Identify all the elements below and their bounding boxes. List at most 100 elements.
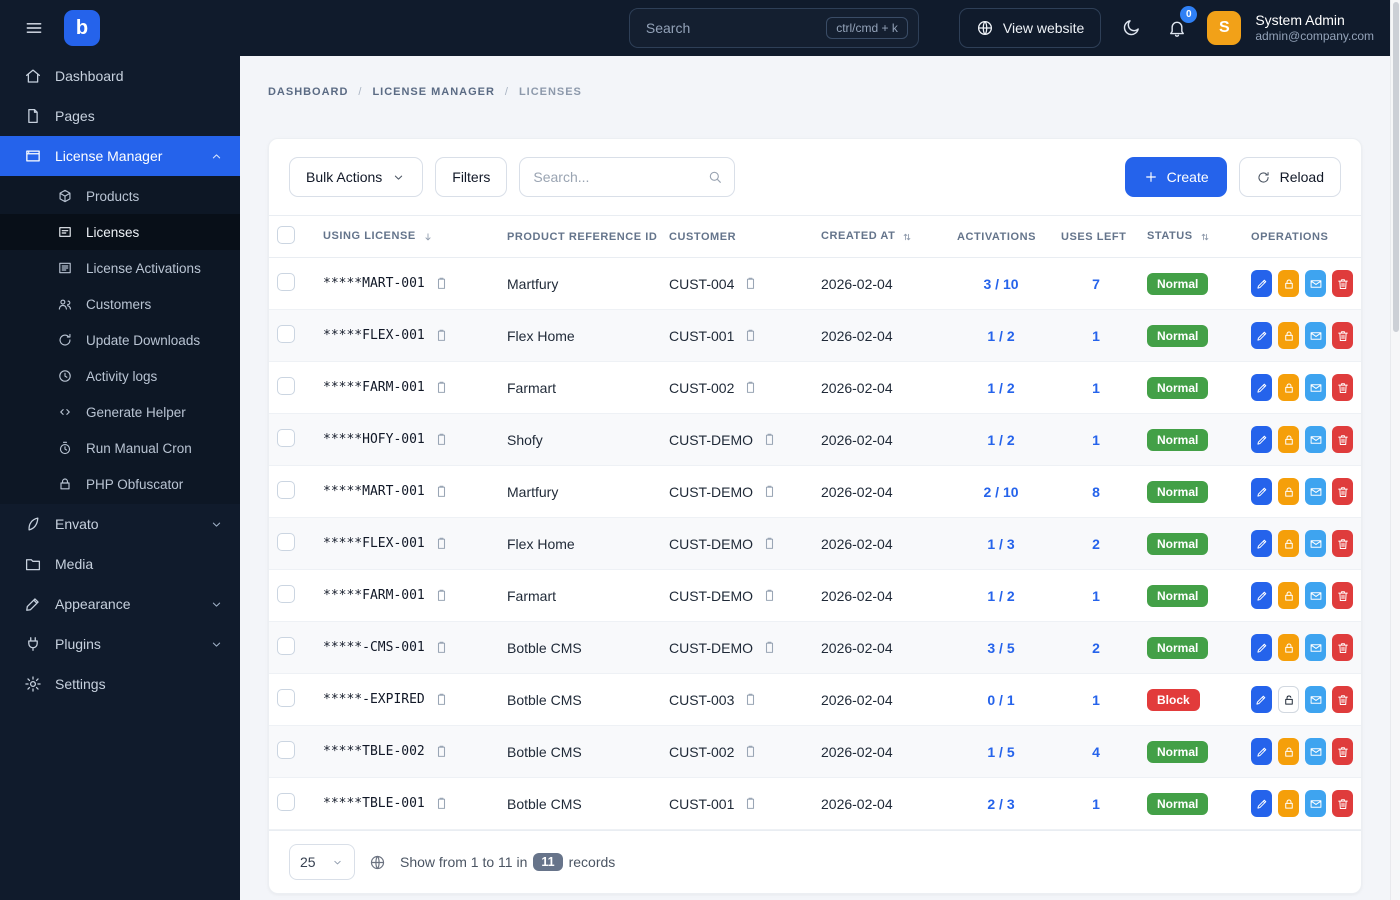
- mail-button[interactable]: [1305, 374, 1326, 401]
- row-checkbox[interactable]: [277, 585, 295, 603]
- delete-button[interactable]: [1332, 478, 1353, 505]
- mail-button[interactable]: [1305, 478, 1326, 505]
- lock-button[interactable]: [1278, 790, 1299, 817]
- global-search[interactable]: ctrl/cmd + k: [628, 8, 919, 48]
- sidebar-item-php-obfuscator[interactable]: PHP Obfuscator: [0, 466, 240, 502]
- delete-button[interactable]: [1332, 322, 1353, 349]
- row-checkbox[interactable]: [277, 273, 295, 291]
- delete-button[interactable]: [1332, 634, 1353, 661]
- row-checkbox[interactable]: [277, 377, 295, 395]
- sidebar-item-products[interactable]: Products: [0, 178, 240, 214]
- page-size-select[interactable]: 25: [289, 844, 355, 880]
- edit-button[interactable]: [1251, 582, 1272, 609]
- sidebar-item-activity-logs[interactable]: Activity logs: [0, 358, 240, 394]
- edit-button[interactable]: [1251, 530, 1272, 557]
- mail-button[interactable]: [1305, 790, 1326, 817]
- copy-icon[interactable]: [743, 744, 758, 759]
- column-header[interactable]: CREATED AT: [821, 230, 895, 242]
- activations-value[interactable]: 1 / 2: [987, 328, 1014, 344]
- row-checkbox[interactable]: [277, 793, 295, 811]
- lock-button[interactable]: [1278, 738, 1299, 765]
- uses-left-value[interactable]: 1: [1092, 692, 1100, 708]
- unlock-button[interactable]: [1277, 686, 1300, 713]
- delete-button[interactable]: [1332, 686, 1354, 713]
- lock-button[interactable]: [1278, 530, 1299, 557]
- table-search-input[interactable]: [519, 157, 736, 197]
- row-checkbox[interactable]: [277, 637, 295, 655]
- copy-icon[interactable]: [434, 328, 449, 343]
- edit-button[interactable]: [1251, 634, 1272, 661]
- column-header[interactable]: STATUS: [1147, 230, 1193, 242]
- lock-button[interactable]: [1278, 582, 1299, 609]
- mail-button[interactable]: [1305, 738, 1326, 765]
- edit-button[interactable]: [1251, 790, 1272, 817]
- lock-button[interactable]: [1278, 374, 1299, 401]
- sidebar-item-dashboard[interactable]: Dashboard: [0, 56, 240, 96]
- sidebar-item-envato[interactable]: Envato: [0, 504, 240, 544]
- copy-icon[interactable]: [743, 796, 758, 811]
- delete-button[interactable]: [1332, 426, 1353, 453]
- copy-icon[interactable]: [434, 744, 449, 759]
- uses-left-value[interactable]: 2: [1092, 536, 1100, 552]
- copy-icon[interactable]: [434, 640, 449, 655]
- edit-button[interactable]: [1251, 270, 1272, 297]
- sidebar-item-appearance[interactable]: Appearance: [0, 584, 240, 624]
- uses-left-value[interactable]: 1: [1092, 380, 1100, 396]
- row-checkbox[interactable]: [277, 689, 295, 707]
- mail-button[interactable]: [1305, 530, 1326, 557]
- uses-left-value[interactable]: 4: [1092, 744, 1100, 760]
- view-website-button[interactable]: View website: [958, 8, 1102, 48]
- row-checkbox[interactable]: [277, 481, 295, 499]
- activations-value[interactable]: 1 / 2: [987, 432, 1014, 448]
- scrollbar-thumb[interactable]: [1392, 2, 1399, 332]
- mail-button[interactable]: [1305, 582, 1326, 609]
- sidebar-item-customers[interactable]: Customers: [0, 286, 240, 322]
- copy-icon[interactable]: [434, 536, 449, 551]
- column-header[interactable]: USING LICENSE: [323, 230, 416, 242]
- activations-value[interactable]: 2 / 3: [987, 796, 1014, 812]
- edit-button[interactable]: [1251, 322, 1272, 349]
- sort-both-icon[interactable]: [1199, 231, 1211, 243]
- sidebar-item-run-manual-cron[interactable]: Run Manual Cron: [0, 430, 240, 466]
- copy-icon[interactable]: [743, 692, 758, 707]
- lock-button[interactable]: [1278, 478, 1299, 505]
- row-checkbox[interactable]: [277, 741, 295, 759]
- sort-both-icon[interactable]: [901, 231, 913, 243]
- user-menu[interactable]: System Admin admin@company.com: [1255, 11, 1374, 45]
- activations-value[interactable]: 1 / 5: [987, 744, 1014, 760]
- uses-left-value[interactable]: 8: [1092, 484, 1100, 500]
- copy-icon[interactable]: [743, 380, 758, 395]
- delete-button[interactable]: [1332, 790, 1353, 817]
- sidebar-item-generate-helper[interactable]: Generate Helper: [0, 394, 240, 430]
- lock-button[interactable]: [1278, 270, 1299, 297]
- activations-value[interactable]: 3 / 5: [987, 640, 1014, 656]
- delete-button[interactable]: [1332, 530, 1353, 557]
- breadcrumb-license-manager[interactable]: LICENSE MANAGER: [372, 86, 494, 98]
- activations-value[interactable]: 1 / 3: [987, 536, 1014, 552]
- breadcrumb-dashboard[interactable]: DASHBOARD: [268, 86, 348, 98]
- lock-button[interactable]: [1278, 426, 1299, 453]
- sidebar-item-licenses[interactable]: Licenses: [0, 214, 240, 250]
- mail-button[interactable]: [1305, 322, 1326, 349]
- copy-icon[interactable]: [743, 276, 758, 291]
- copy-icon[interactable]: [434, 276, 449, 291]
- row-checkbox[interactable]: [277, 325, 295, 343]
- sidebar-item-license-activations[interactable]: License Activations: [0, 250, 240, 286]
- activations-value[interactable]: 0 / 1: [987, 692, 1014, 708]
- activations-value[interactable]: 1 / 2: [987, 380, 1014, 396]
- copy-icon[interactable]: [762, 640, 777, 655]
- copy-icon[interactable]: [434, 432, 449, 447]
- delete-button[interactable]: [1332, 582, 1353, 609]
- uses-left-value[interactable]: 1: [1092, 328, 1100, 344]
- sidebar-item-settings[interactable]: Settings: [0, 664, 240, 704]
- sidebar-item-media[interactable]: Media: [0, 544, 240, 584]
- sidebar-item-update-downloads[interactable]: Update Downloads: [0, 322, 240, 358]
- search-input[interactable]: [643, 19, 827, 37]
- sidebar-item-pages[interactable]: Pages: [0, 96, 240, 136]
- copy-icon[interactable]: [434, 796, 449, 811]
- create-button[interactable]: Create: [1124, 157, 1227, 197]
- uses-left-value[interactable]: 7: [1092, 276, 1100, 292]
- filters-button[interactable]: Filters: [435, 157, 508, 197]
- copy-icon[interactable]: [434, 692, 449, 707]
- notifications-button[interactable]: 0: [1161, 6, 1198, 44]
